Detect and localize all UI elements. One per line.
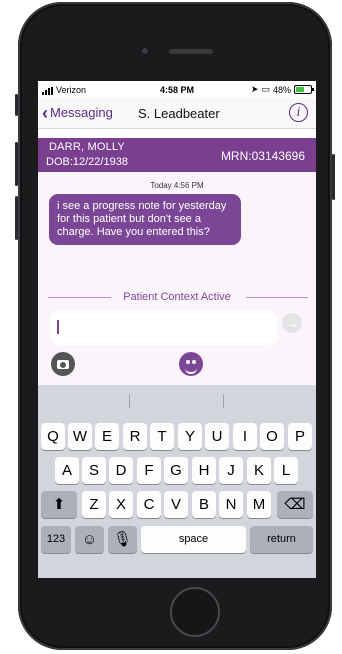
location-icon: ➤ xyxy=(250,84,259,94)
key-z[interactable]: Z xyxy=(82,491,106,518)
key-n[interactable]: N xyxy=(219,491,243,518)
camera-icon[interactable] xyxy=(51,352,75,376)
volume-up-button xyxy=(15,142,18,186)
patient-name: DARR, MOLLY xyxy=(49,141,125,153)
predictive-bar[interactable] xyxy=(38,385,316,415)
predict-divider xyxy=(129,394,130,408)
key-r[interactable]: R xyxy=(123,423,147,450)
patient-context-divider: Patient Context Active xyxy=(38,291,316,303)
key-f[interactable]: F xyxy=(137,457,161,484)
key-u[interactable]: U xyxy=(205,423,229,450)
key-s[interactable]: S xyxy=(82,457,106,484)
emoji-icon: ☺ xyxy=(81,531,98,548)
key-m[interactable]: M xyxy=(247,491,271,518)
patient-banner[interactable]: DARR, MOLLY DOB:12/22/1938 MRN:03143696 xyxy=(38,138,316,172)
message-input[interactable] xyxy=(50,310,277,345)
shift-key[interactable]: ⬆ xyxy=(41,491,77,518)
mute-switch xyxy=(15,94,18,116)
key-k[interactable]: K xyxy=(247,457,271,484)
status-bar: Verizon 4:58 PM ➤ ▭ 48% xyxy=(38,81,316,98)
key-x[interactable]: X xyxy=(109,491,133,518)
battery-percent: 48% xyxy=(272,84,291,95)
shift-icon: ⬆ xyxy=(52,496,66,513)
key-w[interactable]: W xyxy=(68,423,92,450)
back-label: Messaging xyxy=(50,105,113,120)
key-a[interactable]: A xyxy=(55,457,79,484)
send-button[interactable]: → xyxy=(282,313,302,333)
power-button xyxy=(332,154,335,200)
key-q[interactable]: Q xyxy=(41,423,65,450)
key-e[interactable]: E xyxy=(95,423,119,450)
key-c[interactable]: C xyxy=(137,491,161,518)
key-y[interactable]: Y xyxy=(178,423,202,450)
key-l[interactable]: L xyxy=(274,457,298,484)
patient-mrn: MRN:03143696 xyxy=(220,149,305,163)
return-key[interactable]: return xyxy=(250,526,313,553)
compose-toolbar-bg xyxy=(38,345,316,385)
key-i[interactable]: I xyxy=(233,423,257,450)
key-o[interactable]: O xyxy=(260,423,284,450)
backspace-icon: ⌫ xyxy=(284,496,306,513)
space-key[interactable]: space xyxy=(141,526,246,553)
key-d[interactable]: D xyxy=(109,457,133,484)
key-b[interactable]: B xyxy=(192,491,216,518)
patient-dob: DOB:12/22/1938 xyxy=(46,156,128,168)
backspace-key[interactable]: ⌫ xyxy=(277,491,313,518)
text-cursor xyxy=(57,320,59,334)
microphone-icon: 🎙 xyxy=(112,531,133,548)
volume-down-button xyxy=(15,196,18,240)
earpiece-speaker xyxy=(169,49,213,54)
nav-bar: ‹ Messaging S. Leadbeater i xyxy=(38,98,316,129)
battery-icon xyxy=(294,85,314,94)
divider-line-right xyxy=(246,297,308,298)
key-g[interactable]: G xyxy=(164,457,188,484)
key-h[interactable]: H xyxy=(192,457,216,484)
screen-mirror-icon: ▭ xyxy=(261,84,270,94)
arrow-right-icon: → xyxy=(285,315,299,331)
conversation-title: S. Leadbeater xyxy=(138,106,220,121)
screen: Verizon 4:58 PM ➤ ▭ 48% ‹ Messaging S. L… xyxy=(38,81,316,578)
user-face-icon[interactable] xyxy=(179,352,203,376)
key-v[interactable]: V xyxy=(164,491,188,518)
dictation-key[interactable]: 🎙 xyxy=(108,526,137,553)
key-t[interactable]: T xyxy=(150,423,174,450)
home-button[interactable] xyxy=(170,587,220,637)
chevron-left-icon: ‹ xyxy=(42,102,48,123)
numbers-key[interactable]: 123 xyxy=(41,526,71,553)
message-bubble[interactable]: i see a progress note for yesterday for … xyxy=(49,194,241,245)
front-camera xyxy=(140,46,150,56)
info-button[interactable]: i xyxy=(289,103,308,122)
back-button[interactable]: ‹ Messaging xyxy=(42,102,113,123)
key-j[interactable]: J xyxy=(219,457,243,484)
keyboard: Q W E R T Y U I O P A S D F G H J K L ⬆ … xyxy=(38,385,316,578)
key-p[interactable]: P xyxy=(288,423,312,450)
message-timestamp: Today 4:56 PM xyxy=(150,181,204,190)
predict-divider xyxy=(223,394,224,408)
emoji-key[interactable]: ☺ xyxy=(75,526,104,553)
